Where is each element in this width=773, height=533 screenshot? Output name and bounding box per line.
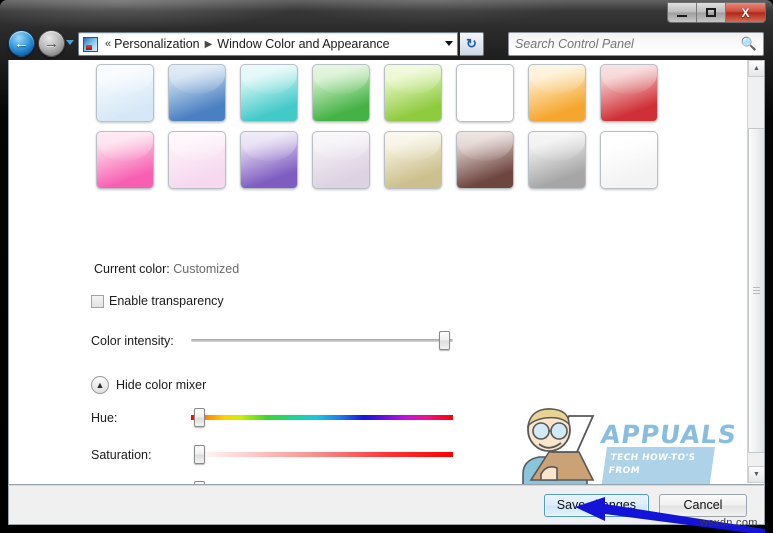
color-swatch-pink[interactable] <box>96 131 154 189</box>
scrollbar-grip-icon <box>753 287 760 294</box>
color-intensity-label: Color intensity: <box>91 334 174 348</box>
color-swatch-orange[interactable] <box>528 64 586 122</box>
color-swatch-lime[interactable] <box>384 64 442 122</box>
hide-color-mixer-toggle[interactable]: ▲ Hide color mixer <box>91 376 206 394</box>
appuals-mascot-icon <box>522 408 595 484</box>
current-color-label: Current color: <box>94 262 170 276</box>
color-swatch-lavender[interactable] <box>312 131 370 189</box>
color-swatch-red[interactable] <box>600 64 658 122</box>
personalization-icon <box>83 36 98 52</box>
enable-transparency-checkbox[interactable] <box>91 294 104 308</box>
navigation-bar: ← → « Personalization ▶ Window Color and… <box>0 30 773 60</box>
breadcrumb-item-personalization[interactable]: Personalization <box>114 37 199 51</box>
color-swatch-white[interactable] <box>600 131 658 189</box>
window-color-appearance-window: X ← → « Personalization ▶ Window Color a… <box>0 0 773 533</box>
color-swatch-teal[interactable] <box>240 64 298 122</box>
address-dropdown-icon[interactable] <box>445 41 453 46</box>
color-swatch-green[interactable] <box>312 64 370 122</box>
color-swatch-sky-pale[interactable] <box>96 64 154 122</box>
scrollbar-thumb[interactable] <box>748 128 764 453</box>
search-box[interactable]: 🔍 <box>508 32 764 56</box>
color-swatch-blue[interactable] <box>168 64 226 122</box>
breadcrumb-separator-icon[interactable]: ▶ <box>205 39 213 50</box>
saturation-label: Saturation: <box>91 448 152 462</box>
refresh-button[interactable]: ↻ <box>460 32 484 56</box>
search-input[interactable] <box>515 37 741 51</box>
hue-slider[interactable] <box>191 408 453 427</box>
back-button[interactable]: ← <box>8 30 35 57</box>
title-bar: X <box>0 0 773 27</box>
color-swatch-brown[interactable] <box>456 131 514 189</box>
appuals-watermark: APPUALS TECH HOW-TO'S FROM THE EXPERTS! <box>509 402 739 484</box>
hide-color-mixer-label: Hide color mixer <box>116 378 207 392</box>
scroll-up-button[interactable]: ▲ <box>748 60 764 77</box>
dialog-button-bar: Save changes Cancel <box>8 485 765 525</box>
enable-transparency-label: Enable transparency <box>109 294 224 308</box>
scroll-down-button[interactable]: ▼ <box>748 466 764 483</box>
content-pane: Current color: Customized Enable transpa… <box>8 60 765 485</box>
forward-button[interactable]: → <box>38 30 65 57</box>
appuals-tagline-line1: TECH HOW-TO'S FROM <box>607 453 697 476</box>
caption-button-group: X <box>667 2 766 23</box>
vertical-scrollbar[interactable]: ▲ ▼ <box>747 60 764 483</box>
breadcrumb-item-window-color[interactable]: Window Color and Appearance <box>217 37 389 51</box>
color-intensity-track <box>191 339 453 342</box>
maximize-icon <box>706 8 716 17</box>
appuals-title: APPUALS <box>598 420 739 449</box>
color-swatch-khaki[interactable] <box>384 131 442 189</box>
close-button[interactable]: X <box>726 3 765 22</box>
chevron-up-icon: ▲ <box>91 376 109 394</box>
back-arrow-icon: ← <box>14 35 29 52</box>
recent-locations-button[interactable] <box>66 40 75 48</box>
address-bar[interactable]: « Personalization ▶ Window Color and App… <box>78 32 458 56</box>
appuals-tagline-line2: THE EXPERTS! <box>600 478 711 484</box>
hue-track <box>191 415 453 420</box>
scroll-down-icon: ▼ <box>753 471 760 478</box>
cancel-button[interactable]: Cancel <box>659 493 747 517</box>
minimize-icon <box>677 15 687 17</box>
enable-transparency-row[interactable]: Enable transparency <box>91 294 224 308</box>
color-intensity-thumb[interactable] <box>439 331 450 350</box>
scroll-up-icon: ▲ <box>753 65 760 72</box>
color-swatch-gray[interactable] <box>528 131 586 189</box>
chevron-down-icon <box>66 40 74 45</box>
saturation-track <box>191 452 453 457</box>
saturation-thumb[interactable] <box>194 445 205 464</box>
current-color-row: Current color: Customized <box>94 262 239 276</box>
settings-panel: Current color: Customized Enable transpa… <box>9 60 749 484</box>
color-intensity-slider[interactable] <box>191 331 453 350</box>
current-color-value: Customized <box>173 262 240 276</box>
source-watermark: wsxdn.com <box>700 517 758 529</box>
forward-arrow-icon: → <box>44 35 59 52</box>
saturation-slider[interactable] <box>191 445 453 464</box>
save-changes-button[interactable]: Save changes <box>543 493 649 517</box>
search-icon: 🔍 <box>740 36 757 51</box>
color-swatch-yellow[interactable] <box>456 64 514 122</box>
hue-label: Hue: <box>91 411 118 425</box>
breadcrumb-overflow-icon[interactable]: « <box>105 38 111 50</box>
appuals-tagline: TECH HOW-TO'S FROM THE EXPERTS! <box>600 447 715 484</box>
maximize-button[interactable] <box>697 3 726 22</box>
color-swatch-violet[interactable] <box>240 131 298 189</box>
color-swatch-pink-pale[interactable] <box>168 131 226 189</box>
close-icon: X <box>741 5 750 20</box>
color-swatch-grid <box>96 64 672 198</box>
hue-thumb[interactable] <box>194 408 205 427</box>
refresh-icon: ↻ <box>466 36 477 51</box>
minimize-button[interactable] <box>668 3 697 22</box>
